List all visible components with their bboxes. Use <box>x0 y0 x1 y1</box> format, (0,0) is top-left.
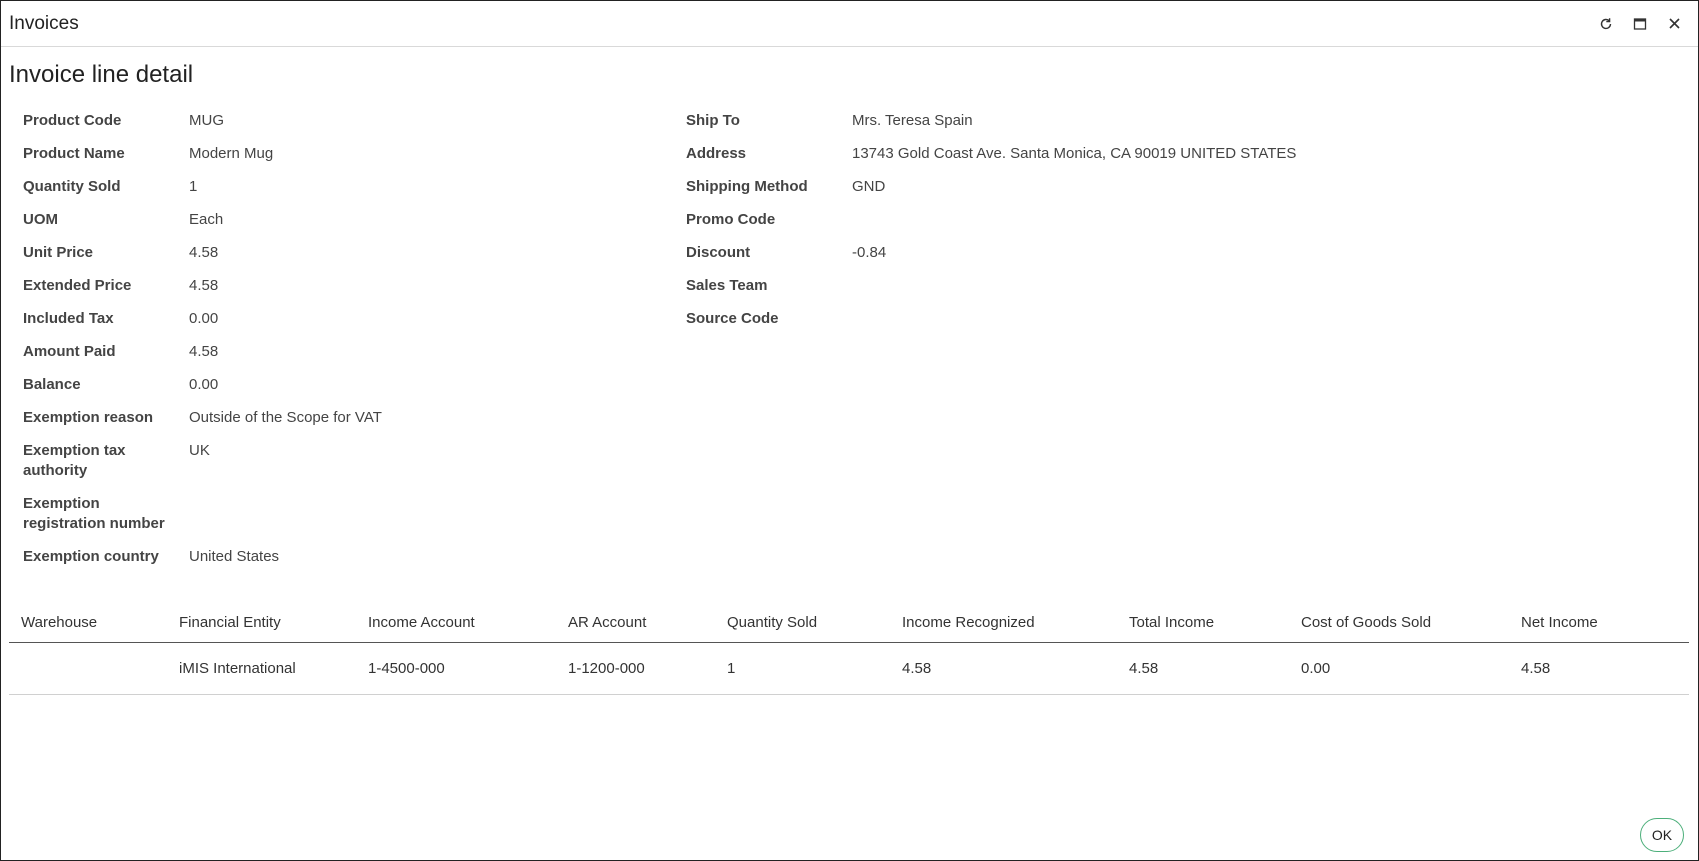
close-icon <box>1668 18 1680 29</box>
field-amount-paid: Amount Paid 4.58 <box>23 342 663 362</box>
right-field-column: Ship To Mrs. Teresa Spain Address 13743 … <box>686 111 1586 342</box>
field-label: Address <box>686 145 747 162</box>
field-label: Exemption reason <box>23 409 154 426</box>
field-label: Included Tax <box>23 310 114 327</box>
cell-financial-entity: iMIS International <box>167 642 356 695</box>
field-label: Extended Price <box>23 277 132 294</box>
field-exemption-tax-authority: Exemption tax authority UK <box>23 441 663 481</box>
field-label: Ship To <box>686 112 740 129</box>
field-label: UOM <box>23 211 58 228</box>
field-label: Exemption registration number <box>23 495 165 532</box>
cell-net-income: 4.58 <box>1509 642 1689 695</box>
column-header-income-recognized[interactable]: Income Recognized <box>890 606 1117 643</box>
field-value: Mrs. Teresa Spain <box>852 112 973 129</box>
field-label: Exemption country <box>23 548 159 565</box>
column-header-total-income[interactable]: Total Income <box>1117 606 1289 643</box>
cell-warehouse <box>9 642 167 695</box>
refresh-icon <box>1600 17 1612 29</box>
field-label: Promo Code <box>686 211 776 228</box>
window-title: Invoices <box>9 12 79 34</box>
field-value: 4.58 <box>189 343 219 360</box>
field-label: Unit Price <box>23 244 94 261</box>
field-sales-team: Sales Team <box>686 276 1586 296</box>
column-header-net-income[interactable]: Net Income <box>1509 606 1689 643</box>
field-value: 1 <box>189 178 198 195</box>
field-value: GND <box>852 178 886 195</box>
left-field-column: Product Code MUG Product Name Modern Mug… <box>23 111 663 580</box>
table-header-row: Warehouse Financial Entity Income Accoun… <box>9 606 1689 643</box>
column-header-income-account[interactable]: Income Account <box>356 606 556 643</box>
field-label: Amount Paid <box>23 343 116 360</box>
field-value: United States <box>189 548 280 565</box>
field-label: Product Name <box>23 145 125 162</box>
invoices-window: Invoices Invoice line detail Product Cod… <box>0 0 1699 861</box>
field-value: 0.00 <box>189 376 219 393</box>
cell-total-income: 4.58 <box>1117 642 1289 695</box>
column-header-ar-account[interactable]: AR Account <box>556 606 715 643</box>
field-included-tax: Included Tax 0.00 <box>23 309 663 329</box>
field-unit-price: Unit Price 4.58 <box>23 243 663 263</box>
field-label: Quantity Sold <box>23 178 121 195</box>
close-button[interactable] <box>1664 14 1684 34</box>
field-source-code: Source Code <box>686 309 1586 329</box>
page-title: Invoice line detail <box>9 61 194 88</box>
field-quantity-sold: Quantity Sold 1 <box>23 177 663 197</box>
field-ship-to: Ship To Mrs. Teresa Spain <box>686 111 1586 131</box>
field-value: -0.84 <box>852 244 887 261</box>
field-value: Outside of the Scope for VAT <box>189 409 382 426</box>
table-row[interactable]: iMIS International 1-4500-000 1-1200-000… <box>9 642 1689 695</box>
field-label: Balance <box>23 376 81 393</box>
maximize-icon <box>1633 17 1647 30</box>
field-label: Sales Team <box>686 277 768 294</box>
field-value: 4.58 <box>189 277 219 294</box>
field-discount: Discount -0.84 <box>686 243 1586 263</box>
field-exemption-reason: Exemption reason Outside of the Scope fo… <box>23 408 663 428</box>
field-value: Modern Mug <box>189 145 274 162</box>
maximize-button[interactable] <box>1630 14 1650 34</box>
column-header-cost-of-goods-sold[interactable]: Cost of Goods Sold <box>1289 606 1509 643</box>
cell-income-account: 1-4500-000 <box>356 642 556 695</box>
field-value: 0.00 <box>189 310 219 327</box>
field-label: Product Code <box>23 112 122 129</box>
field-value: 13743 Gold Coast Ave. Santa Monica, CA 9… <box>852 145 1297 162</box>
refresh-button[interactable] <box>1596 14 1616 34</box>
field-balance: Balance 0.00 <box>23 375 663 395</box>
field-uom: UOM Each <box>23 210 663 230</box>
column-header-warehouse[interactable]: Warehouse <box>9 606 167 643</box>
field-value: Each <box>189 211 224 228</box>
column-header-quantity-sold[interactable]: Quantity Sold <box>715 606 890 643</box>
ok-button[interactable]: OK <box>1640 818 1684 852</box>
field-label: Discount <box>686 244 751 261</box>
field-product-name: Product Name Modern Mug <box>23 144 663 164</box>
field-shipping-method: Shipping Method GND <box>686 177 1586 197</box>
field-product-code: Product Code MUG <box>23 111 663 131</box>
window-controls <box>1596 14 1690 34</box>
field-label: Source Code <box>686 310 779 327</box>
field-extended-price: Extended Price 4.58 <box>23 276 663 296</box>
field-value: 4.58 <box>189 244 219 261</box>
field-promo-code: Promo Code <box>686 210 1586 230</box>
cell-income-recognized: 4.58 <box>890 642 1117 695</box>
distribution-table: Warehouse Financial Entity Income Accoun… <box>9 606 1689 695</box>
cell-quantity-sold: 1 <box>715 642 890 695</box>
field-address: Address 13743 Gold Coast Ave. Santa Moni… <box>686 144 1586 164</box>
field-exemption-country: Exemption country United States <box>23 547 663 567</box>
cell-cost-of-goods-sold: 0.00 <box>1289 642 1509 695</box>
field-label: Shipping Method <box>686 178 808 195</box>
column-header-financial-entity[interactable]: Financial Entity <box>167 606 356 643</box>
field-value: MUG <box>189 112 224 129</box>
title-bar: Invoices <box>1 1 1698 47</box>
cell-ar-account: 1-1200-000 <box>556 642 715 695</box>
field-exemption-registration-number: Exemption registration number <box>23 494 663 534</box>
field-value: UK <box>189 442 210 459</box>
field-label: Exemption tax authority <box>23 442 126 479</box>
